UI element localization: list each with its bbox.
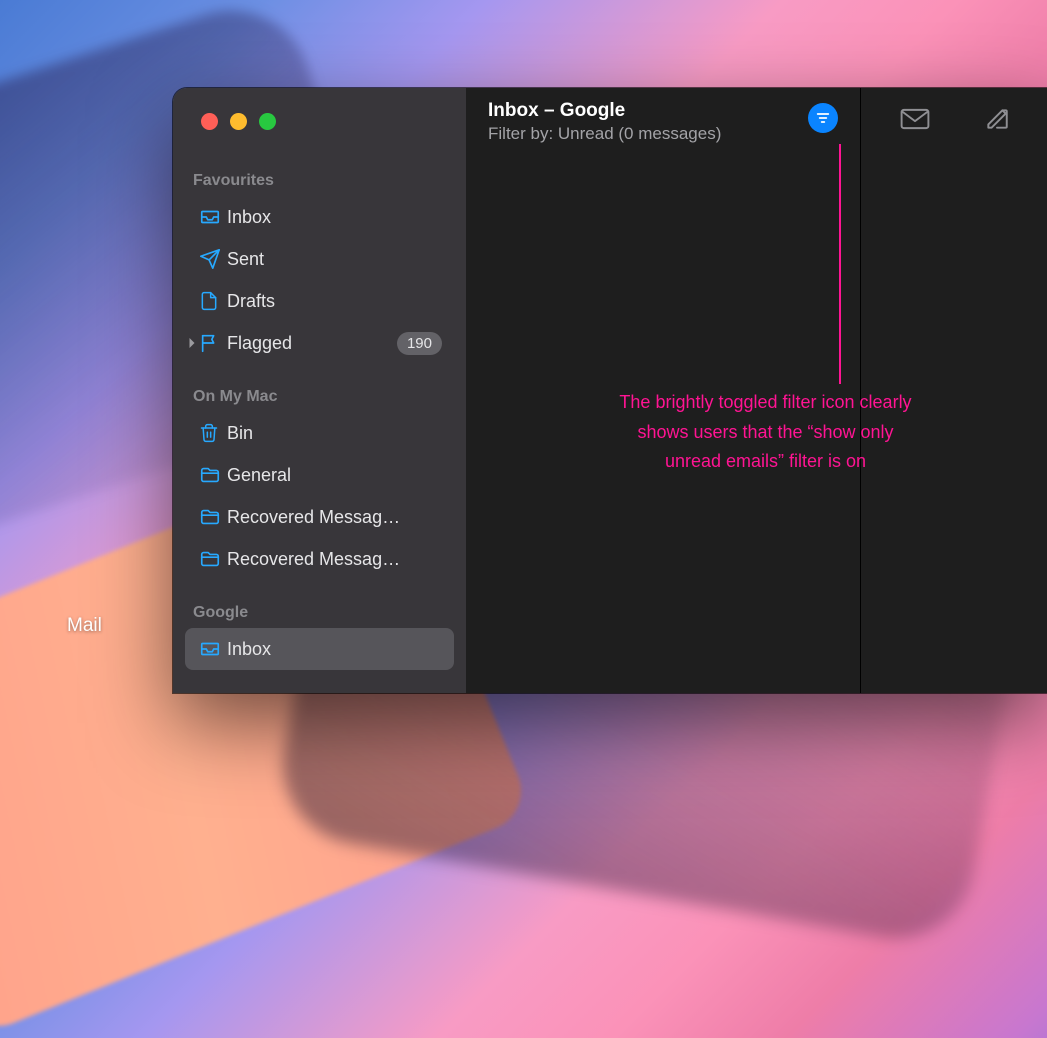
inbox-icon [199,638,227,660]
sidebar-item-label: Sent [227,249,442,270]
reply-button[interactable] [901,105,929,133]
fullscreen-window-button[interactable] [259,113,276,130]
window-controls [173,113,466,130]
filter-icon [815,110,831,126]
compose-icon [984,106,1010,132]
sidebar-item-label: Recovered Messag… [227,507,442,528]
mailbox-title: Inbox – Google [488,100,798,122]
sidebar-item-label: Inbox [227,207,442,228]
sidebar-item-inbox[interactable]: Inbox [185,196,454,238]
sidebar-item-sent[interactable]: Sent [185,238,454,280]
chevron-right-icon[interactable] [185,337,199,349]
count-badge: 190 [397,332,442,355]
sidebar-item-label: General [227,465,442,486]
compose-button[interactable] [983,105,1011,133]
annotation-caption: The brightly toggled filter icon clearly… [618,388,913,477]
filter-toggle-button[interactable] [808,103,838,133]
minimize-window-button[interactable] [230,113,247,130]
filter-status-text: Filter by: Unread (0 messages) [488,124,798,144]
annotation-pointer-line [839,144,841,384]
sidebar-section-header[interactable]: Google [173,598,466,628]
sidebar-item-drafts[interactable]: Drafts [185,280,454,322]
sidebar-item-label: Drafts [227,291,442,312]
sidebar-item-bin[interactable]: Bin [185,412,454,454]
message-toolbar [861,88,1047,150]
folder-icon [199,506,227,528]
inbox-icon [199,206,227,228]
sidebar-item-recovered1[interactable]: Recovered Messag… [185,496,454,538]
sidebar-item-label: Flagged [227,333,397,354]
sidebar-item-flagged[interactable]: Flagged 190 [185,322,454,364]
sidebar-section-header[interactable]: Favourites [173,166,466,196]
sidebar-section-header[interactable]: On My Mac [173,382,466,412]
sidebar-item-google-inbox[interactable]: Inbox [185,628,454,670]
sidebar-item-label: Recovered Messag… [227,549,442,570]
drafts-icon [199,290,227,312]
sidebar: Favourites Inbox Sent Drafts [173,88,466,693]
sidebar-item-label: Bin [227,423,442,444]
close-window-button[interactable] [201,113,218,130]
dock-app-label: Mail [67,615,102,637]
folder-icon [199,464,227,486]
message-list-header: Inbox – Google Filter by: Unread (0 mess… [466,88,860,156]
mail-window: Favourites Inbox Sent Drafts [173,88,1047,693]
sidebar-item-recovered2[interactable]: Recovered Messag… [185,538,454,580]
sidebar-item-label: Inbox [227,639,442,660]
envelope-icon [900,108,930,130]
sidebar-item-general[interactable]: General [185,454,454,496]
folder-icon [199,548,227,570]
flagged-icon [199,332,227,354]
sent-icon [199,248,227,270]
trash-icon [199,422,227,444]
